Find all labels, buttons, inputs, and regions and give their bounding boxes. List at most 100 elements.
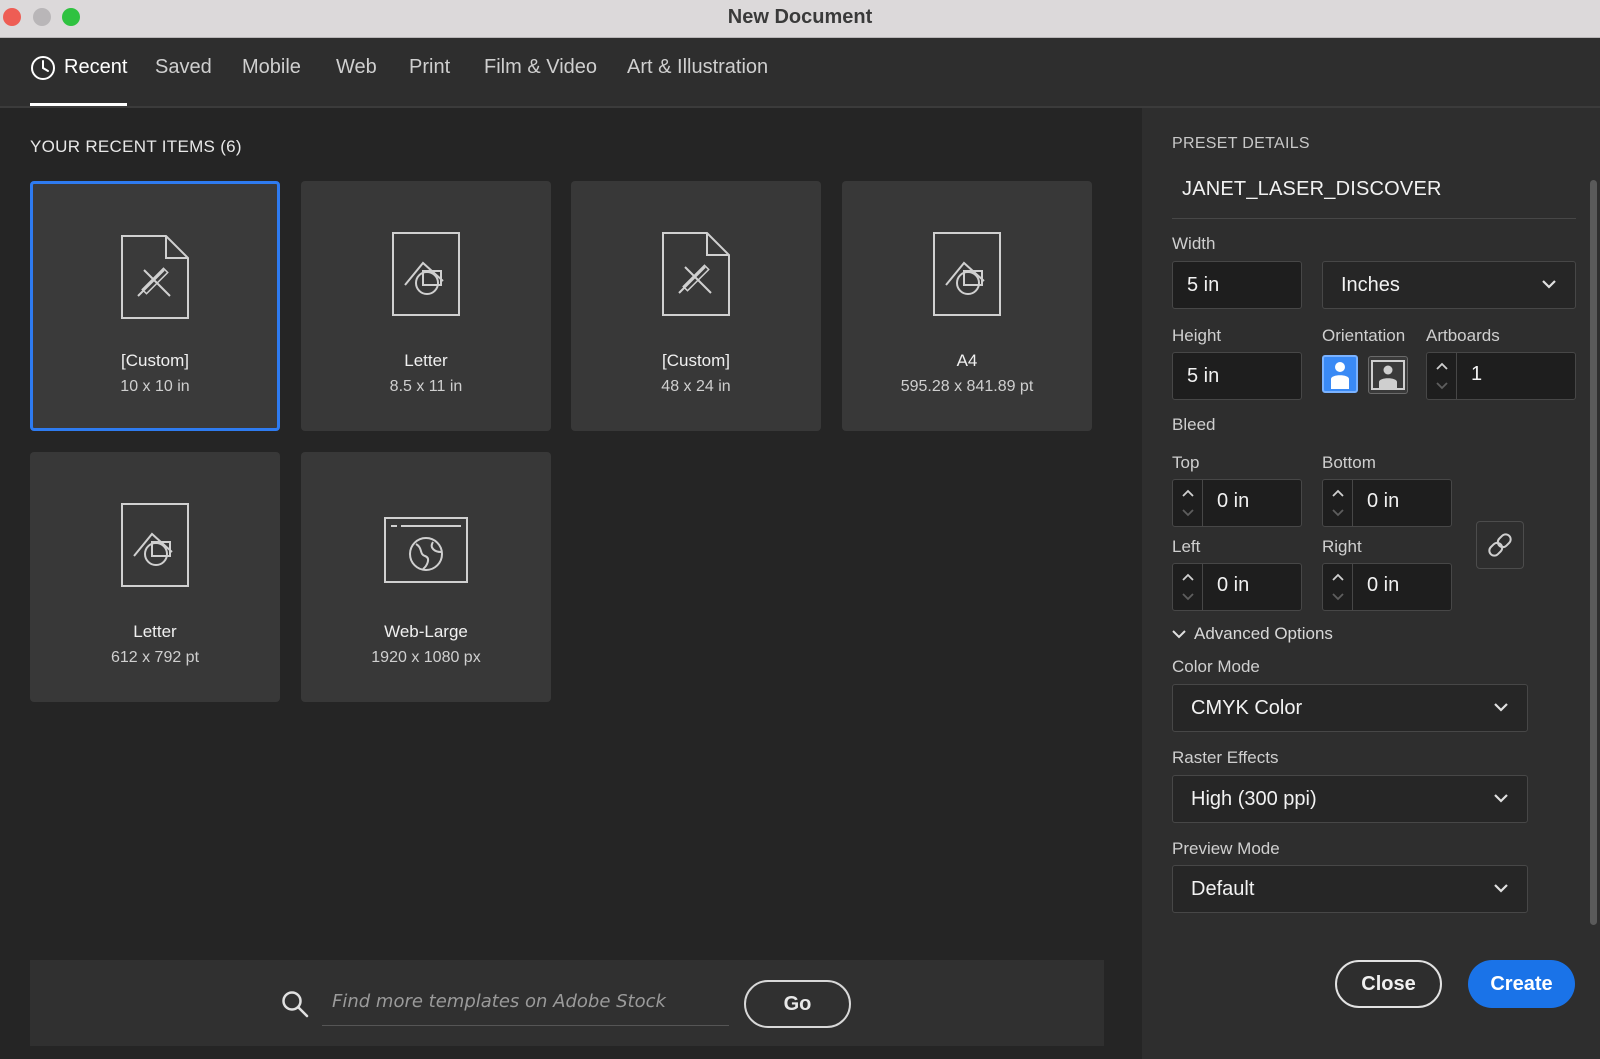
custom-doc-icon [121,235,189,319]
orientation-label: Orientation [1322,326,1406,345]
bleed-bottom-stepper[interactable]: 0 in [1322,479,1452,527]
bleed-right-label: Right [1322,537,1362,556]
units-dropdown[interactable]: Inches [1322,261,1576,309]
tab-label: Saved [155,56,212,78]
item-dimensions: 8.5 x 11 in [389,378,463,395]
bleed-top-value: 0 in [1217,490,1250,512]
portrait-icon [1331,362,1349,389]
close-button[interactable]: Close [1335,960,1442,1008]
print-doc-icon [121,503,189,587]
recent-item-card[interactable]: [Custom] 10 x 10 in [30,181,280,431]
preview-mode-value: Default [1191,877,1255,900]
link-icon [1488,533,1512,557]
chevron-down-icon [1172,630,1186,639]
window-title: New Document [727,6,873,28]
tab-label: Mobile [242,56,301,78]
recent-item-card[interactable]: Web-Large 1920 x 1080 px [301,452,551,702]
height-label: Height [1172,326,1222,345]
stepper-arrows[interactable] [1323,564,1353,610]
tab-art-illustration[interactable]: Art & Illustration [627,56,768,106]
height-field[interactable]: 5 in [1172,352,1302,400]
tab-label: Art & Illustration [627,56,769,78]
item-name: Letter [133,622,177,641]
raster-effects-dropdown[interactable]: High (300 ppi) [1172,775,1528,823]
advanced-options-toggle[interactable]: Advanced Options [1172,624,1333,644]
bleed-left-stepper[interactable]: 0 in [1172,563,1302,611]
preview-mode-dropdown[interactable]: Default [1172,865,1528,913]
print-doc-icon [933,232,1001,316]
portrait-orientation-button[interactable] [1322,355,1358,393]
recent-items-panel: YOUR RECENT ITEMS (6) [Custom] 10 x 10 i… [0,108,1142,1059]
color-mode-dropdown[interactable]: CMYK Color [1172,684,1528,732]
chevron-down-icon [1494,794,1508,803]
tab-web[interactable]: Web [336,56,377,106]
tab-label: Web [336,56,377,78]
stepper-arrows[interactable] [1323,480,1353,526]
landscape-orientation-button[interactable] [1368,356,1408,394]
stock-search-bar: Go [30,960,1104,1046]
stepper-arrows[interactable] [1173,564,1203,610]
color-mode-label: Color Mode [1172,657,1260,676]
width-field[interactable]: 5 in [1172,261,1302,309]
item-name: A4 [956,351,978,370]
recent-item-card[interactable]: [Custom] 48 x 24 in [571,181,821,431]
print-doc-icon [392,232,460,316]
tab-saved[interactable]: Saved [155,56,212,106]
artboards-stepper[interactable]: 1 [1426,352,1576,400]
preset-name-field[interactable]: JANET_LASER_DISCOVER [1182,178,1442,201]
up-down-arrows-icon [1436,362,1448,390]
preset-details-panel: PRESET DETAILS JANET_LASER_DISCOVER Widt… [1142,108,1600,1059]
bleed-left-label: Left [1172,537,1201,556]
web-doc-icon [384,517,468,583]
recent-items-title: YOUR RECENT ITEMS (6) [30,137,242,156]
item-name: [Custom] [120,351,190,370]
bleed-right-stepper[interactable]: 0 in [1322,563,1452,611]
tab-label: Print [409,56,451,78]
artboards-value: 1 [1471,363,1483,385]
up-down-arrows-icon [1182,573,1194,601]
bleed-bottom-value: 0 in [1367,490,1400,512]
panel-scrollbar[interactable] [1590,180,1597,925]
bleed-top-label: Top [1172,453,1200,472]
tab-print[interactable]: Print [409,56,450,106]
item-dimensions: 612 x 792 pt [110,649,200,666]
link-bleed-button[interactable] [1476,521,1524,569]
preset-details-heading: PRESET DETAILS [1172,135,1310,152]
color-mode-value: CMYK Color [1191,696,1303,719]
raster-effects-label: Raster Effects [1172,748,1279,767]
item-name: Letter [404,351,448,370]
divider [1172,218,1576,219]
go-button[interactable]: Go [744,980,851,1028]
width-label: Width [1172,234,1216,253]
landscape-icon [1371,360,1405,390]
stepper-arrows[interactable] [1427,353,1457,399]
custom-doc-icon [662,232,730,316]
bleed-left-value: 0 in [1217,574,1250,596]
chevron-down-icon [1494,884,1508,893]
bleed-right-value: 0 in [1367,574,1400,596]
stock-search-input[interactable] [322,978,729,1026]
item-dimensions: 595.28 x 841.89 pt [900,378,1034,395]
up-down-arrows-icon [1182,489,1194,517]
recent-item-card[interactable]: A4 595.28 x 841.89 pt [842,181,1092,431]
tab-recent[interactable]: Recent [30,56,128,106]
chevron-down-icon [1542,280,1556,289]
create-button[interactable]: Create [1468,960,1575,1008]
recent-item-card[interactable]: Letter 8.5 x 11 in [301,181,551,431]
bleed-bottom-label: Bottom [1322,453,1376,472]
raster-effects-value: High (300 ppi) [1191,787,1317,810]
tab-mobile[interactable]: Mobile [242,56,301,106]
tab-label: Recent [64,56,128,78]
stepper-arrows[interactable] [1173,480,1203,526]
width-value: 5 in [1187,273,1220,296]
tab-film-video[interactable]: Film & Video [484,56,597,106]
bleed-top-stepper[interactable]: 0 in [1172,479,1302,527]
height-value: 5 in [1187,364,1220,387]
advanced-options-label: Advanced Options [1194,624,1333,643]
item-dimensions: 1920 x 1080 px [371,649,481,666]
recent-item-card[interactable]: Letter 612 x 792 pt [30,452,280,702]
item-dimensions: 10 x 10 in [120,378,190,395]
title-bar: New Document [0,0,1600,38]
item-name: Web-Large [384,622,468,641]
units-value: Inches [1341,273,1400,296]
